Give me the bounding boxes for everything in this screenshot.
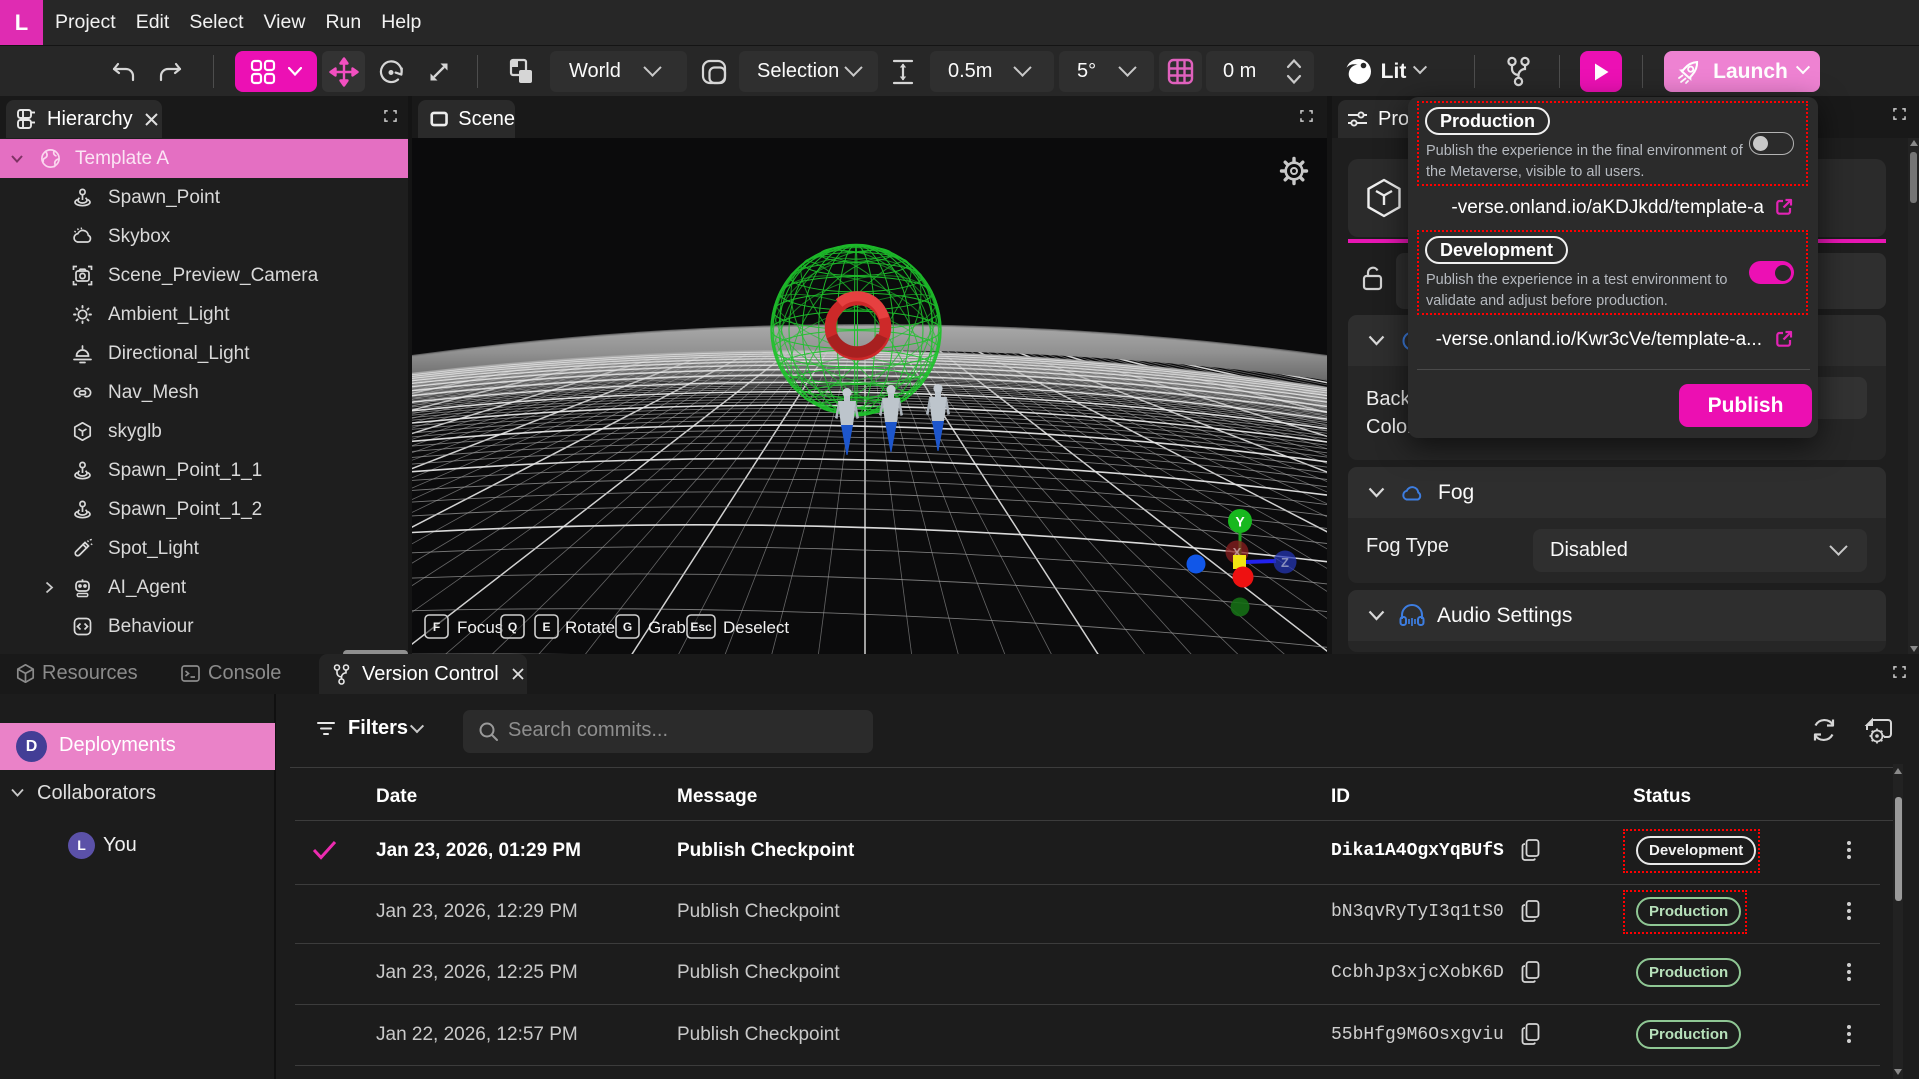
svg-text:Y: Y — [1235, 514, 1245, 530]
svg-text:G: G — [623, 620, 632, 634]
svg-text:Focus: Focus — [457, 618, 503, 637]
svg-text:Esc: Esc — [690, 620, 712, 634]
svg-text:Z: Z — [1281, 555, 1289, 570]
svg-text:E: E — [542, 620, 550, 634]
svg-text:Deselect: Deselect — [723, 618, 789, 637]
svg-text:Rotate: Rotate — [565, 618, 615, 637]
svg-text:F: F — [433, 620, 440, 634]
svg-text:Q: Q — [508, 620, 517, 634]
svg-text:Grab: Grab — [648, 618, 686, 637]
